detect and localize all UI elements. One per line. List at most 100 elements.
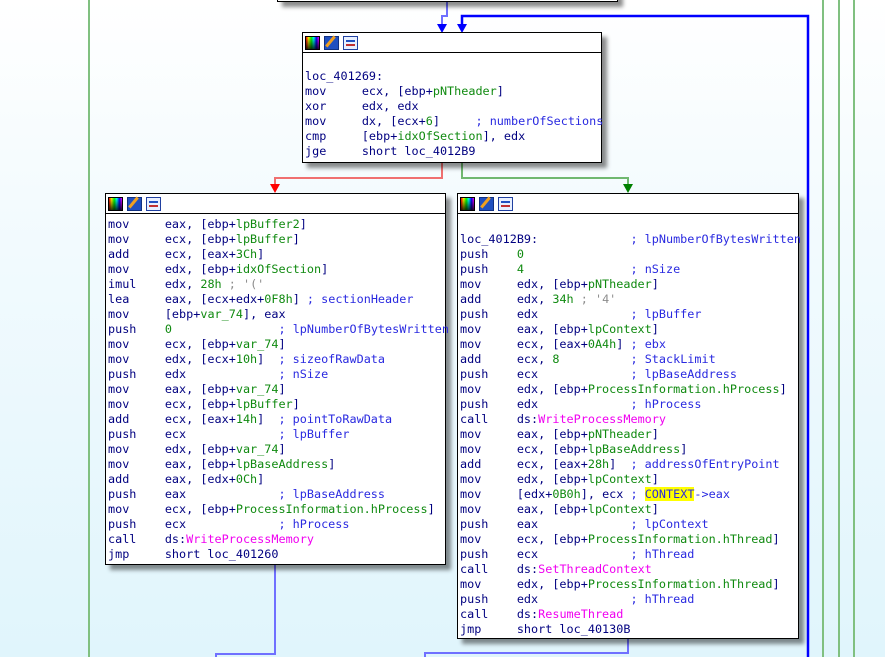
asm-token: mov edx, [ecx+: [108, 352, 236, 366]
asm-comment: ; lpNumberOfBytesWritten: [630, 232, 801, 246]
asm-line[interactable]: mov ecx, [ebp+pNTheader]: [305, 84, 601, 99]
asm-line[interactable]: call ds:WriteProcessMemory: [460, 412, 798, 427]
asm-line[interactable]: mov ecx, [ebp+ProcessInformation.hProces…: [108, 502, 445, 517]
asm-line[interactable]: mov edx, [ebp+ProcessInformation.hProces…: [460, 382, 798, 397]
asm-line[interactable]: jge short loc_4012B9: [305, 144, 601, 159]
block-loc_4012B9[interactable]: loc_4012B9: ; lpNumberOfBytesWritten push…: [457, 193, 801, 639]
asm-comment: ; lpBuffer: [630, 307, 702, 321]
asm-line[interactable]: xor edx, edx: [305, 99, 601, 114]
asm-line[interactable]: add ecx, [eax+14h] ; pointToRawData: [108, 412, 445, 427]
asm-comment: ; hProcess: [278, 517, 350, 531]
asm-token: ]: [292, 292, 307, 306]
asm-token: mov eax, [ebp+: [460, 322, 588, 336]
asm-token: 6: [425, 114, 433, 128]
asm-line[interactable]: mov edx, [ebp+lpContext]: [460, 472, 798, 487]
edit-pencil-icon[interactable]: [324, 35, 339, 50]
asm-line[interactable]: push ecx ; hProcess: [108, 517, 445, 532]
asm-line[interactable]: push 0: [460, 247, 798, 262]
asm-line[interactable]: add ecx, [eax+28h] ; addressOfEntryPoint: [460, 457, 798, 472]
asm-line[interactable]: push eax ; lpBaseAddress: [108, 487, 445, 502]
prev-block[interactable]: [277, 0, 618, 2]
asm-line[interactable]: add ecx, 8 ; StackLimit: [460, 352, 798, 367]
asm-line[interactable]: mov edx, [ebp+ProcessInformation.hThread…: [460, 577, 798, 592]
edge-left-exit[interactable]: [215, 564, 276, 657]
edit-pencil-icon[interactable]: [127, 196, 142, 211]
graph-layout-icon[interactable]: [146, 196, 161, 211]
asm-token: ]: [772, 532, 780, 546]
asm-token: lea eax, [ecx+edx+: [108, 292, 265, 306]
asm-token: mov ecx, [ebp+: [108, 397, 236, 411]
asm-line[interactable]: loc_401269:: [305, 69, 601, 84]
asm-line[interactable]: jmp short loc_401260: [108, 547, 445, 562]
asm-line[interactable]: mov edx, [ebp+var_74]: [108, 442, 445, 457]
graph-layout-icon[interactable]: [343, 35, 358, 50]
asm-comment: ; sizeofRawData: [278, 352, 386, 366]
asm-line[interactable]: mov eax, [ebp+lpBaseAddress]: [108, 457, 445, 472]
asm-line[interactable]: mov eax, [ebp+lpContext]: [460, 322, 798, 337]
asm-token: add ecx, [eax+: [460, 457, 588, 471]
asm-line[interactable]: mov eax, [ebp+lpBuffer2]: [108, 217, 445, 232]
asm-line[interactable]: push edx ; hThread: [460, 592, 798, 607]
asm-token: ]: [257, 247, 265, 261]
api-name: ResumeThread: [538, 607, 624, 621]
color-palette-icon[interactable]: [305, 35, 320, 50]
asm-line[interactable]: cmp [ebp+idxOfSection], edx: [305, 129, 601, 144]
asm-line[interactable]: mov eax, [ebp+lpContext]: [460, 502, 798, 517]
asm-token: mov eax, [ebp+: [108, 457, 236, 471]
asm-line[interactable]: mov edx, [ebp+pNTheader]: [460, 277, 798, 292]
edit-pencil-icon[interactable]: [479, 196, 494, 211]
asm-line[interactable]: push ecx ; hThread: [460, 547, 798, 562]
color-palette-icon[interactable]: [108, 196, 123, 211]
asm-line[interactable]: mov edx, [ebp+idxOfSection]: [108, 262, 445, 277]
api-name: WriteProcessMemory: [538, 412, 666, 426]
asm-token: lpContext: [587, 502, 652, 516]
asm-line[interactable]: mov ecx, [ebp+lpBuffer]: [108, 397, 445, 412]
asm-line[interactable]: mov [ebp+var_74], eax: [108, 307, 445, 322]
asm-token: mov ecx, [eax+: [460, 337, 588, 351]
block-fallthrough[interactable]: mov eax, [ebp+lpBuffer2] mov ecx, [ebp+lp…: [105, 193, 449, 565]
asm-line[interactable]: loc_4012B9: ; lpNumberOfBytesWritten: [460, 232, 801, 247]
asm-token: 3Ch: [235, 247, 258, 261]
asm-line[interactable]: call ds:SetThreadContext: [460, 562, 798, 577]
asm-line[interactable]: jmp short loc_40130B: [460, 622, 798, 637]
asm-line[interactable]: push edx ; lpBuffer: [460, 307, 798, 322]
edge-false-branch[interactable]: [274, 162, 443, 187]
graph-layout-icon[interactable]: [498, 196, 513, 211]
asm-line[interactable]: mov edx, [ecx+10h] ; sizeofRawData: [108, 352, 445, 367]
asm-line[interactable]: push edx ; hProcess: [460, 397, 798, 412]
asm-line[interactable]: push 0 ; lpNumberOfBytesWritten: [108, 322, 449, 337]
asm-token: lpBaseAddress: [235, 457, 329, 471]
asm-line[interactable]: mov ecx, [ebp+lpBuffer]: [108, 232, 445, 247]
asm-token: pNTheader: [587, 427, 652, 441]
asm-line[interactable]: mov eax, [ebp+var_74]: [108, 382, 445, 397]
asm-line[interactable]: add edx, 34h ; '4': [460, 292, 798, 307]
asm-line[interactable]: mov ecx, [ebp+ProcessInformation.hThread…: [460, 532, 798, 547]
asm-line[interactable]: call ds:ResumeThread: [460, 607, 798, 622]
asm-token: ]: [651, 322, 659, 336]
asm-token: ]: [616, 337, 631, 351]
asm-line[interactable]: call ds:WriteProcessMemory: [108, 532, 445, 547]
asm-line[interactable]: add eax, [edx+0Ch]: [108, 472, 445, 487]
edge-true-branch[interactable]: [461, 162, 629, 187]
asm-line[interactable]: imul edx, 28h ; '(': [108, 277, 445, 292]
asm-line[interactable]: push ecx ; lpBaseAddress: [460, 367, 798, 382]
asm-line[interactable]: mov [edx+0B0h], ecx ; CONTEXT->eax: [460, 487, 798, 502]
asm-line[interactable]: push 4 ; nSize: [460, 262, 798, 277]
asm-line[interactable]: push edx ; nSize: [108, 367, 445, 382]
asm-line[interactable]: push eax ; lpContext: [460, 517, 798, 532]
asm-token: mov [edx+: [460, 487, 553, 501]
asm-line[interactable]: mov eax, [ebp+pNTheader]: [460, 427, 798, 442]
asm-line[interactable]: mov ecx, [eax+0A4h] ; ebx: [460, 337, 798, 352]
asm-line[interactable]: push ecx ; lpBuffer: [108, 427, 445, 442]
asm-line[interactable]: lea eax, [ecx+edx+0F8h] ; sectionHeader: [108, 292, 445, 307]
asm-line[interactable]: add ecx, [eax+3Ch]: [108, 247, 445, 262]
asm-line[interactable]: mov dx, [ecx+6] ; numberOfSections: [305, 114, 603, 129]
asm-token: mov eax, [ebp+: [108, 382, 236, 396]
color-palette-icon[interactable]: [460, 196, 475, 211]
block-loc_401269[interactable]: loc_401269: mov ecx, [ebp+pNTheader] xor e…: [302, 32, 603, 163]
asm-line[interactable]: mov ecx, [ebp+lpBaseAddress]: [460, 442, 798, 457]
asm-token: push: [108, 322, 165, 336]
asm-token: ]: [257, 412, 279, 426]
asm-line[interactable]: mov ecx, [ebp+var_74]: [108, 337, 445, 352]
edge-right-exit[interactable]: [424, 638, 629, 657]
